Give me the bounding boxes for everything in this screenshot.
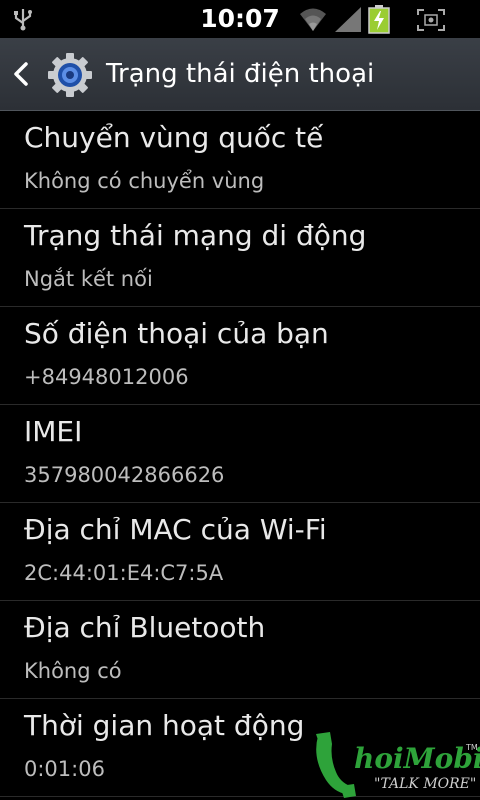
usb-icon	[14, 9, 32, 31]
list-item-wifi-mac[interactable]: Địa chỉ MAC của Wi-Fi 2C:44:01:E4:C7:5A	[0, 503, 480, 601]
item-summary: 357980042866626	[24, 463, 225, 487]
item-title: Trạng thái mạng di động	[24, 219, 367, 252]
clock: 10:07	[200, 4, 280, 33]
watermark-tagline: "TALK MORE"	[374, 776, 476, 792]
watermark-logo: hoiMobile "TALK MORE" TM	[316, 732, 480, 798]
item-summary: +84948012006	[24, 365, 189, 389]
item-title: Địa chỉ Bluetooth	[24, 611, 266, 644]
item-title: Địa chỉ MAC của Wi-Fi	[24, 513, 327, 546]
item-summary: Không có chuyển vùng	[24, 169, 265, 193]
item-summary: Không có	[24, 659, 122, 683]
item-title: IMEI	[24, 415, 83, 448]
page-title: Trạng thái điện thoại	[106, 59, 375, 89]
item-summary: Ngắt kết nối	[24, 267, 153, 291]
list-item-bluetooth-address[interactable]: Địa chỉ Bluetooth Không có	[0, 601, 480, 699]
signal-icon	[335, 7, 361, 32]
list-item-phone-number[interactable]: Số điện thoại của bạn +84948012006	[0, 307, 480, 405]
settings-gear-icon[interactable]	[46, 51, 94, 99]
list-item-mobile-network-state[interactable]: Trạng thái mạng di động Ngắt kết nối	[0, 209, 480, 307]
wifi-icon	[300, 8, 326, 31]
watermark-brand: hoiMobile	[354, 742, 480, 775]
list-item-imei[interactable]: IMEI 357980042866626	[0, 405, 480, 503]
item-title: Số điện thoại của bạn	[24, 317, 329, 350]
item-summary: 2C:44:01:E4:C7:5A	[24, 561, 224, 585]
status-bar: 10:07	[0, 0, 480, 38]
status-list: Chuyển vùng quốc tế Không có chuyển vùng…	[0, 111, 480, 797]
item-title: Chuyển vùng quốc tế	[24, 121, 324, 154]
back-icon[interactable]	[8, 58, 36, 90]
list-item-roaming[interactable]: Chuyển vùng quốc tế Không có chuyển vùng	[0, 111, 480, 209]
screenshot-icon	[417, 9, 445, 31]
watermark-tm: TM	[465, 743, 478, 752]
action-bar: Trạng thái điện thoại	[0, 38, 480, 111]
battery-charging-icon	[368, 5, 390, 34]
